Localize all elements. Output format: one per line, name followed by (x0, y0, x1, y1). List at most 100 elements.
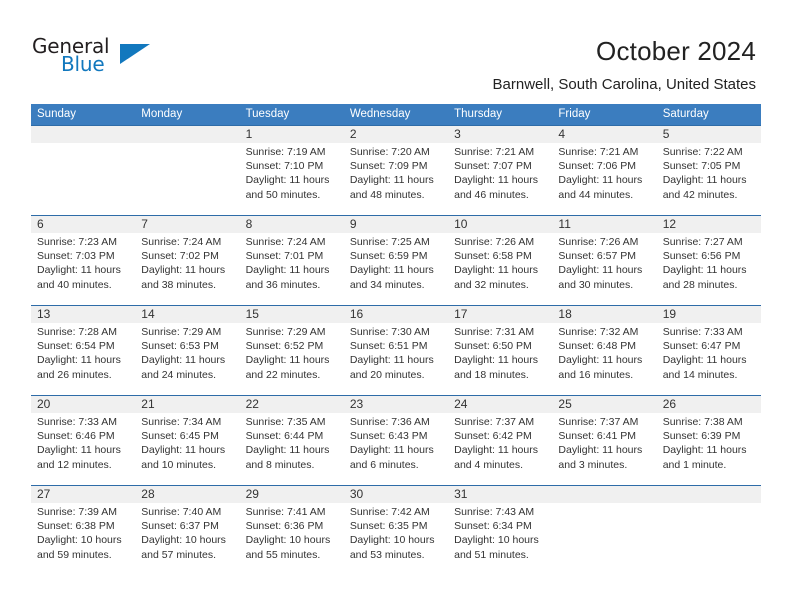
day-sun-info: Sunrise: 7:40 AM Sunset: 6:37 PM Dayligh… (141, 506, 226, 561)
day-number: 11 (558, 217, 571, 231)
week-row: 1 Sunrise: 7:19 AM Sunset: 7:10 PM Dayli… (31, 125, 761, 215)
day-sun-info: Sunrise: 7:43 AM Sunset: 6:34 PM Dayligh… (454, 506, 539, 561)
day-sun-info: Sunrise: 7:33 AM Sunset: 6:47 PM Dayligh… (662, 326, 747, 381)
day-sun-info: Sunrise: 7:22 AM Sunset: 7:05 PM Dayligh… (662, 146, 747, 201)
day-cell[interactable]: 4 Sunrise: 7:21 AM Sunset: 7:06 PM Dayli… (552, 126, 656, 215)
day-sun-info: Sunrise: 7:37 AM Sunset: 6:41 PM Dayligh… (558, 416, 643, 471)
day-cell[interactable] (552, 486, 656, 575)
day-cell[interactable]: 16 Sunrise: 7:30 AM Sunset: 6:51 PM Dayl… (344, 306, 448, 395)
day-sun-info: Sunrise: 7:35 AM Sunset: 6:44 PM Dayligh… (245, 416, 330, 471)
day-cell[interactable]: 6 Sunrise: 7:23 AM Sunset: 7:03 PM Dayli… (31, 216, 135, 305)
page-header: General Blue October 2024 Barnwell, Sout… (0, 0, 792, 100)
day-number: 12 (662, 217, 677, 231)
day-cell[interactable]: 19 Sunrise: 7:33 AM Sunset: 6:47 PM Dayl… (657, 306, 761, 395)
day-cell[interactable]: 8 Sunrise: 7:24 AM Sunset: 7:01 PM Dayli… (240, 216, 344, 305)
day-cell[interactable]: 7 Sunrise: 7:24 AM Sunset: 7:02 PM Dayli… (135, 216, 239, 305)
day-cell[interactable]: 5 Sunrise: 7:22 AM Sunset: 7:05 PM Dayli… (657, 126, 761, 215)
day-cell[interactable]: 26 Sunrise: 7:38 AM Sunset: 6:39 PM Dayl… (657, 396, 761, 485)
day-sun-info: Sunrise: 7:30 AM Sunset: 6:51 PM Dayligh… (349, 326, 434, 381)
day-cell[interactable]: 2 Sunrise: 7:20 AM Sunset: 7:09 PM Dayli… (344, 126, 448, 215)
weekday-header-row: Sunday Monday Tuesday Wednesday Thursday… (31, 104, 761, 125)
week-row: 6 Sunrise: 7:23 AM Sunset: 7:03 PM Dayli… (31, 215, 761, 305)
day-sun-info: Sunrise: 7:42 AM Sunset: 6:35 PM Dayligh… (349, 506, 435, 561)
day-cell[interactable] (657, 486, 761, 575)
day-number: 20 (37, 397, 51, 411)
week-row: 20 Sunrise: 7:33 AM Sunset: 6:46 PM Dayl… (31, 395, 761, 485)
day-number: 4 (558, 127, 566, 141)
day-sun-info: Sunrise: 7:25 AM Sunset: 6:59 PM Dayligh… (349, 236, 434, 291)
day-sun-info: Sunrise: 7:36 AM Sunset: 6:43 PM Dayligh… (349, 416, 434, 471)
general-blue-logo[interactable]: General Blue (32, 34, 152, 82)
day-sun-info: Sunrise: 7:29 AM Sunset: 6:53 PM Dayligh… (141, 326, 226, 381)
day-sun-info: Sunrise: 7:23 AM Sunset: 7:03 PM Dayligh… (37, 236, 121, 291)
day-cell[interactable]: 18 Sunrise: 7:32 AM Sunset: 6:48 PM Dayl… (552, 306, 656, 395)
day-cell[interactable]: 28 Sunrise: 7:40 AM Sunset: 6:37 PM Dayl… (135, 486, 239, 575)
day-sun-info: Sunrise: 7:29 AM Sunset: 6:52 PM Dayligh… (245, 326, 330, 381)
weekday-thursday: Thursday (454, 108, 503, 120)
day-cell[interactable]: 14 Sunrise: 7:29 AM Sunset: 6:53 PM Dayl… (135, 306, 239, 395)
day-cell[interactable]: 17 Sunrise: 7:31 AM Sunset: 6:50 PM Dayl… (448, 306, 552, 395)
day-sun-info: Sunrise: 7:21 AM Sunset: 7:06 PM Dayligh… (558, 146, 643, 201)
day-number: 14 (141, 307, 155, 321)
day-sun-info: Sunrise: 7:26 AM Sunset: 6:57 PM Dayligh… (558, 236, 643, 291)
day-number: 15 (245, 307, 259, 321)
weekday-monday: Monday (141, 108, 183, 120)
day-cell[interactable]: 24 Sunrise: 7:37 AM Sunset: 6:42 PM Dayl… (448, 396, 552, 485)
day-number: 17 (454, 307, 468, 321)
day-cell[interactable]: 29 Sunrise: 7:41 AM Sunset: 6:36 PM Dayl… (240, 486, 344, 575)
day-number: 31 (454, 487, 468, 501)
day-cell[interactable]: 1 Sunrise: 7:19 AM Sunset: 7:10 PM Dayli… (240, 126, 344, 215)
day-cell[interactable]: 25 Sunrise: 7:37 AM Sunset: 6:41 PM Dayl… (552, 396, 656, 485)
logo-text-blue: Blue (61, 52, 105, 76)
day-number: 19 (662, 307, 677, 321)
weekday-tuesday: Tuesday (245, 108, 290, 120)
day-number: 24 (454, 397, 468, 411)
location-subtitle: Barnwell, South Carolina, United States (492, 76, 756, 93)
day-number: 8 (245, 217, 253, 231)
day-cell[interactable]: 10 Sunrise: 7:26 AM Sunset: 6:58 PM Dayl… (448, 216, 552, 305)
day-number: 28 (141, 487, 155, 501)
day-number: 26 (662, 397, 677, 411)
day-sun-info: Sunrise: 7:27 AM Sunset: 6:56 PM Dayligh… (662, 236, 747, 291)
day-cell[interactable]: 27 Sunrise: 7:39 AM Sunset: 6:38 PM Dayl… (31, 486, 135, 575)
page-title: October 2024 (596, 36, 756, 66)
day-number: 2 (349, 127, 357, 141)
day-number: 22 (245, 397, 259, 411)
weekday-saturday: Saturday (662, 108, 709, 120)
day-cell[interactable]: 20 Sunrise: 7:33 AM Sunset: 6:46 PM Dayl… (31, 396, 135, 485)
day-cell[interactable]: 23 Sunrise: 7:36 AM Sunset: 6:43 PM Dayl… (344, 396, 448, 485)
day-sun-info: Sunrise: 7:38 AM Sunset: 6:39 PM Dayligh… (662, 416, 747, 471)
day-sun-info: Sunrise: 7:32 AM Sunset: 6:48 PM Dayligh… (558, 326, 643, 381)
day-cell[interactable]: 21 Sunrise: 7:34 AM Sunset: 6:45 PM Dayl… (135, 396, 239, 485)
day-number: 10 (454, 217, 468, 231)
day-cell[interactable]: 12 Sunrise: 7:27 AM Sunset: 6:56 PM Dayl… (657, 216, 761, 305)
day-cell[interactable]: 11 Sunrise: 7:26 AM Sunset: 6:57 PM Dayl… (552, 216, 656, 305)
day-cell[interactable]: 30 Sunrise: 7:42 AM Sunset: 6:35 PM Dayl… (344, 486, 448, 575)
day-cell[interactable]: 22 Sunrise: 7:35 AM Sunset: 6:44 PM Dayl… (240, 396, 344, 485)
day-cell[interactable]: 15 Sunrise: 7:29 AM Sunset: 6:52 PM Dayl… (240, 306, 344, 395)
day-cell[interactable] (31, 126, 135, 215)
day-sun-info: Sunrise: 7:26 AM Sunset: 6:58 PM Dayligh… (454, 236, 538, 291)
day-sun-info: Sunrise: 7:21 AM Sunset: 7:07 PM Dayligh… (454, 146, 538, 201)
day-number: 27 (37, 487, 51, 501)
day-sun-info: Sunrise: 7:20 AM Sunset: 7:09 PM Dayligh… (349, 146, 434, 201)
day-cell[interactable]: 31 Sunrise: 7:43 AM Sunset: 6:34 PM Dayl… (448, 486, 552, 575)
day-cell[interactable]: 9 Sunrise: 7:25 AM Sunset: 6:59 PM Dayli… (344, 216, 448, 305)
day-number: 18 (558, 307, 572, 321)
day-number: 25 (558, 397, 572, 411)
weekday-wednesday: Wednesday (349, 108, 411, 120)
day-number: 7 (141, 217, 148, 231)
day-sun-info: Sunrise: 7:34 AM Sunset: 6:45 PM Dayligh… (141, 416, 226, 471)
day-cell[interactable] (135, 126, 239, 215)
calendar-page: General Blue October 2024 Barnwell, Sout… (0, 0, 792, 612)
day-number: 21 (141, 397, 155, 411)
day-cell[interactable]: 13 Sunrise: 7:28 AM Sunset: 6:54 PM Dayl… (31, 306, 135, 395)
day-cell[interactable]: 3 Sunrise: 7:21 AM Sunset: 7:07 PM Dayli… (448, 126, 552, 215)
day-sun-info: Sunrise: 7:31 AM Sunset: 6:50 PM Dayligh… (454, 326, 538, 381)
day-sun-info: Sunrise: 7:39 AM Sunset: 6:38 PM Dayligh… (37, 506, 122, 561)
day-number: 9 (349, 217, 357, 231)
blue-triangle-icon (120, 44, 150, 64)
day-number: 23 (349, 397, 364, 411)
weekday-sunday: Sunday (37, 108, 77, 120)
calendar-grid: Sunday Monday Tuesday Wednesday Thursday… (31, 104, 761, 575)
